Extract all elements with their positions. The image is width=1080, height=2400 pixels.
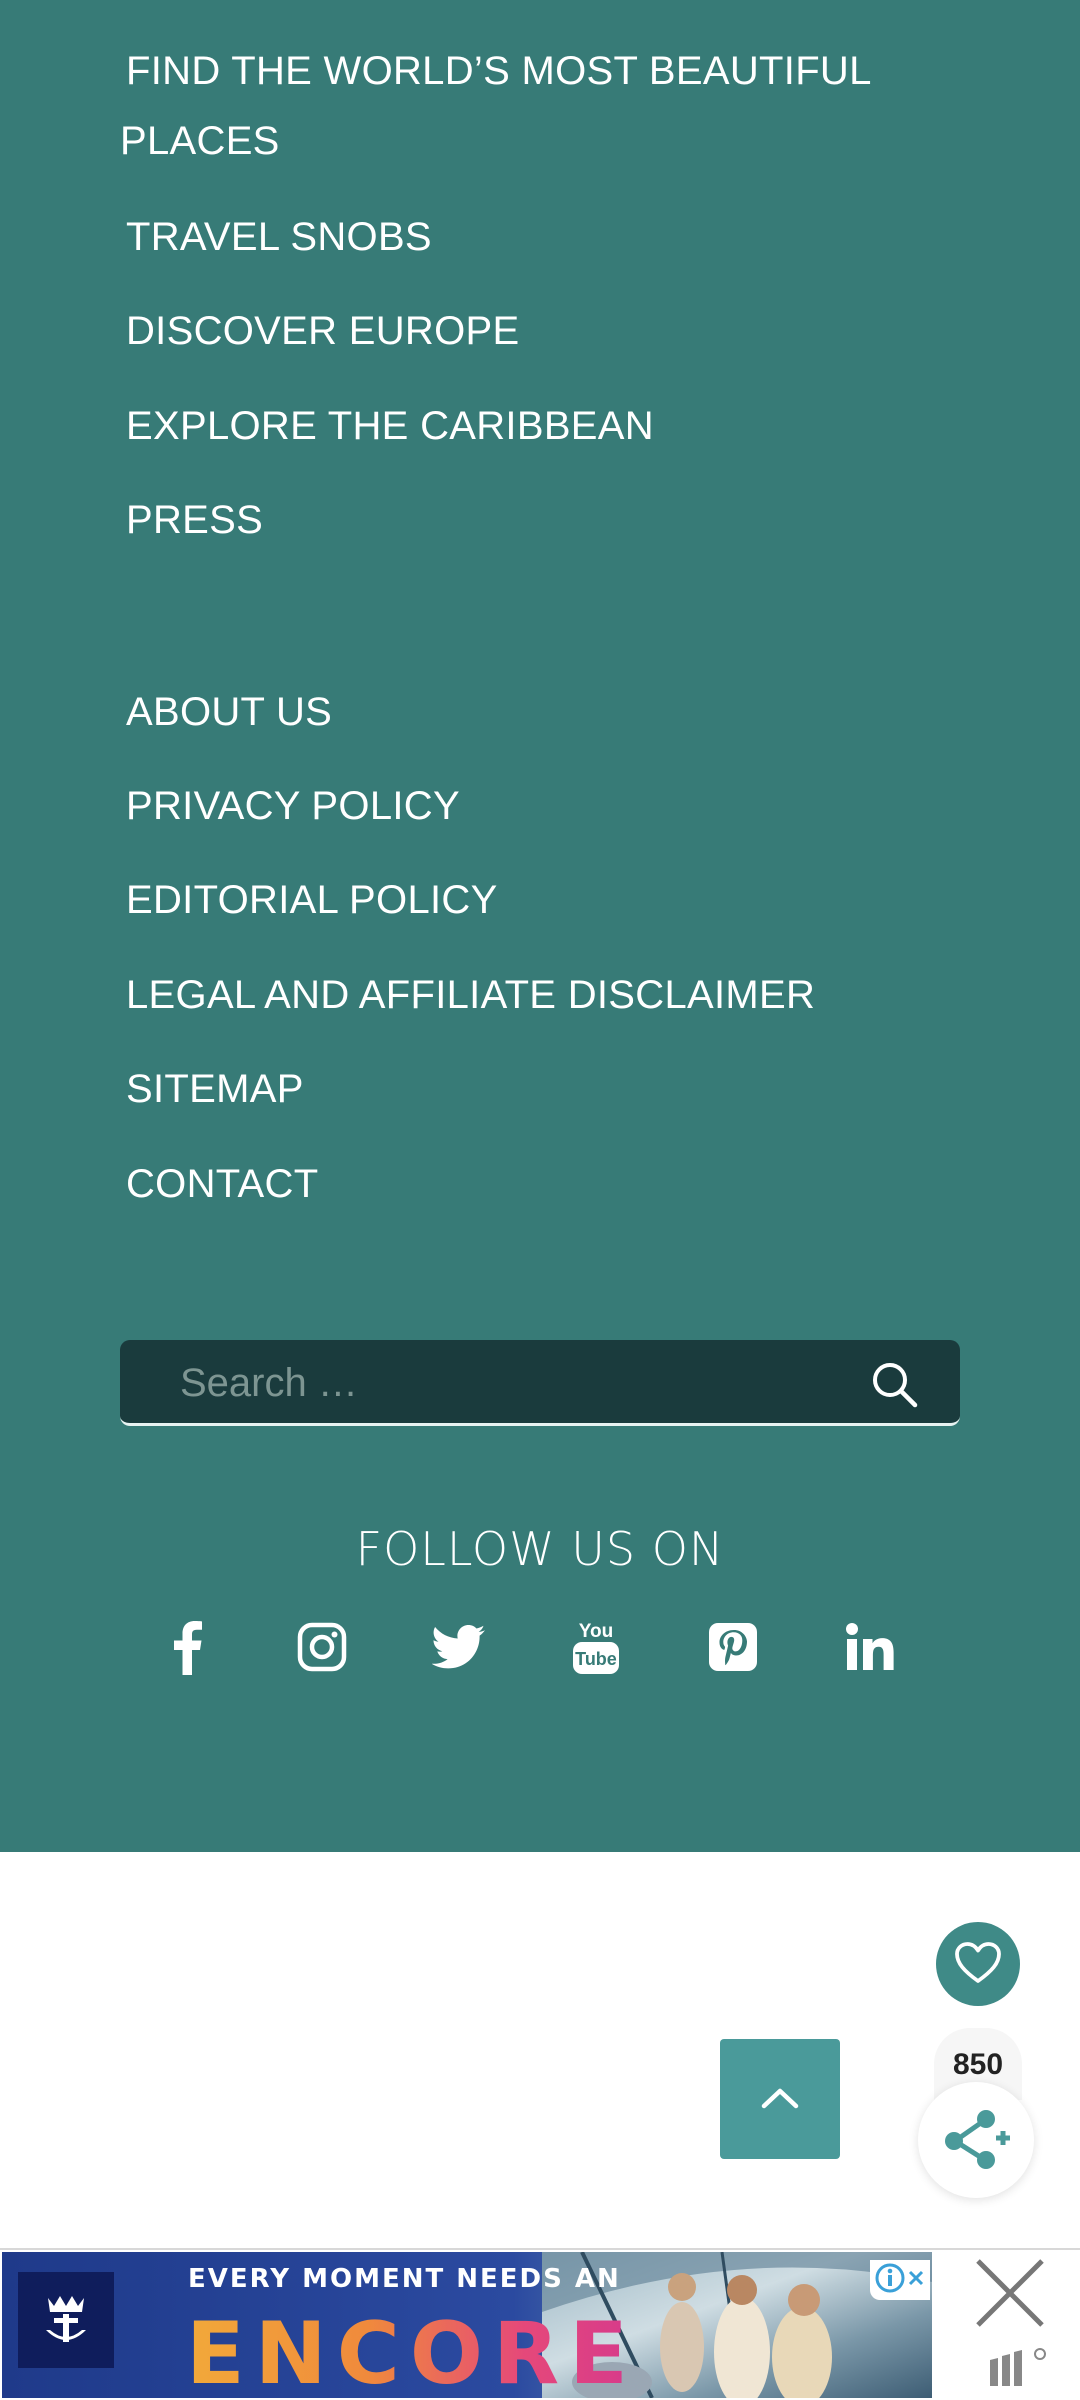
svg-text:You: You: [579, 1621, 613, 1642]
footer-link-editorial-policy[interactable]: EDITORIAL POLICY: [126, 865, 498, 935]
pinterest-icon[interactable]: [701, 1615, 765, 1679]
ad-banner[interactable]: EVERY MOMENT NEEDS AN ENCORE: [2, 2252, 932, 2398]
footer-link-privacy-policy[interactable]: PRIVACY POLICY: [126, 771, 460, 841]
search-input[interactable]: [120, 1340, 880, 1426]
favorite-button[interactable]: [936, 1922, 1020, 2006]
ad-choices[interactable]: [870, 2260, 930, 2300]
search-icon[interactable]: [868, 1358, 920, 1410]
share-button[interactable]: [918, 2082, 1034, 2198]
ad-headline: ENCORE: [186, 2304, 638, 2398]
follow-us-heading: FOLLOW US ON: [355, 1522, 725, 1576]
share-count: 850: [952, 2048, 1004, 2081]
footer-link-beautiful-places[interactable]: FIND THE WORLD’S MOST BEAUTIFUL PLACES: [120, 36, 980, 176]
footer-link-legal-disclaimer[interactable]: LEGAL AND AFFILIATE DISCLAIMER: [126, 960, 815, 1030]
footer-link-explore-caribbean[interactable]: EXPLORE THE CARIBBEAN: [126, 391, 654, 461]
share-icon: [941, 2108, 1011, 2173]
svg-text:Tube: Tube: [575, 1649, 617, 1669]
youtube-icon[interactable]: You Tube: [564, 1615, 628, 1679]
chevron-up-icon: [760, 2086, 800, 2113]
footer-link-about-us[interactable]: ABOUT US: [126, 677, 332, 747]
footer-link-travel-snobs[interactable]: TRAVEL SNOBS: [126, 202, 432, 272]
ad-close-button[interactable]: [966, 2250, 1054, 2338]
instagram-icon[interactable]: [290, 1615, 354, 1679]
info-icon: [874, 2262, 906, 2299]
ad-choices-close-icon: [906, 2268, 926, 2293]
facebook-icon[interactable]: [154, 1615, 218, 1679]
search-form: [120, 1340, 960, 1426]
ad-tagline: EVERY MOMENT NEEDS AN: [188, 2264, 621, 2294]
scroll-to-top-button[interactable]: [720, 2039, 840, 2159]
ad-brand-logo: [18, 2272, 114, 2368]
footer-link-discover-europe[interactable]: DISCOVER EUROPE: [126, 296, 519, 366]
site-footer: FIND THE WORLD’S MOST BEAUTIFUL PLACES T…: [0, 0, 1080, 1852]
footer-link-press[interactable]: PRESS: [126, 485, 263, 555]
ad-network-logo: [986, 2344, 1052, 2388]
footer-link-sitemap[interactable]: SITEMAP: [126, 1054, 304, 1124]
twitter-icon[interactable]: [427, 1615, 491, 1679]
footer-link-contact[interactable]: CONTACT: [126, 1149, 318, 1219]
close-icon: [970, 2258, 1050, 2336]
linkedin-icon[interactable]: [838, 1615, 902, 1679]
heart-icon: [954, 1941, 1002, 1988]
